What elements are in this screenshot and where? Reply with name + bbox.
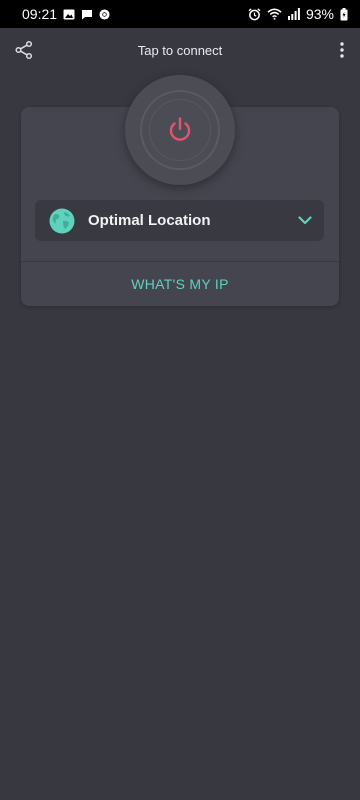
status-bar-right: 93% <box>248 6 348 22</box>
location-selector[interactable]: Optimal Location <box>35 200 324 241</box>
whats-my-ip-button[interactable]: WHAT'S MY IP <box>21 262 339 306</box>
status-bar: 09:21 93% <box>0 0 360 28</box>
share-icon <box>15 40 33 60</box>
power-icon <box>169 117 191 141</box>
signal-icon <box>287 8 300 20</box>
chevron-down-icon <box>298 216 312 225</box>
gallery-icon <box>63 9 75 20</box>
status-bar-left: 09:21 <box>22 6 110 22</box>
globe-icon <box>49 208 75 233</box>
connect-button[interactable] <box>125 75 235 185</box>
toolbar: Tap to connect <box>0 28 360 72</box>
power-inner-ring <box>149 99 211 161</box>
wifi-icon <box>267 8 282 20</box>
more-options-button[interactable] <box>334 38 350 62</box>
more-vert-icon <box>340 42 344 58</box>
message-icon <box>81 9 93 20</box>
location-label: Optimal Location <box>88 212 211 229</box>
battery-icon <box>340 7 348 21</box>
battery-percent: 93% <box>305 6 334 22</box>
page-title: Tap to connect <box>137 42 223 58</box>
chrome-icon <box>99 8 110 20</box>
status-time: 09:21 <box>22 6 58 22</box>
share-button[interactable] <box>12 38 36 62</box>
power-ring <box>140 90 220 170</box>
alarm-icon <box>248 7 261 21</box>
